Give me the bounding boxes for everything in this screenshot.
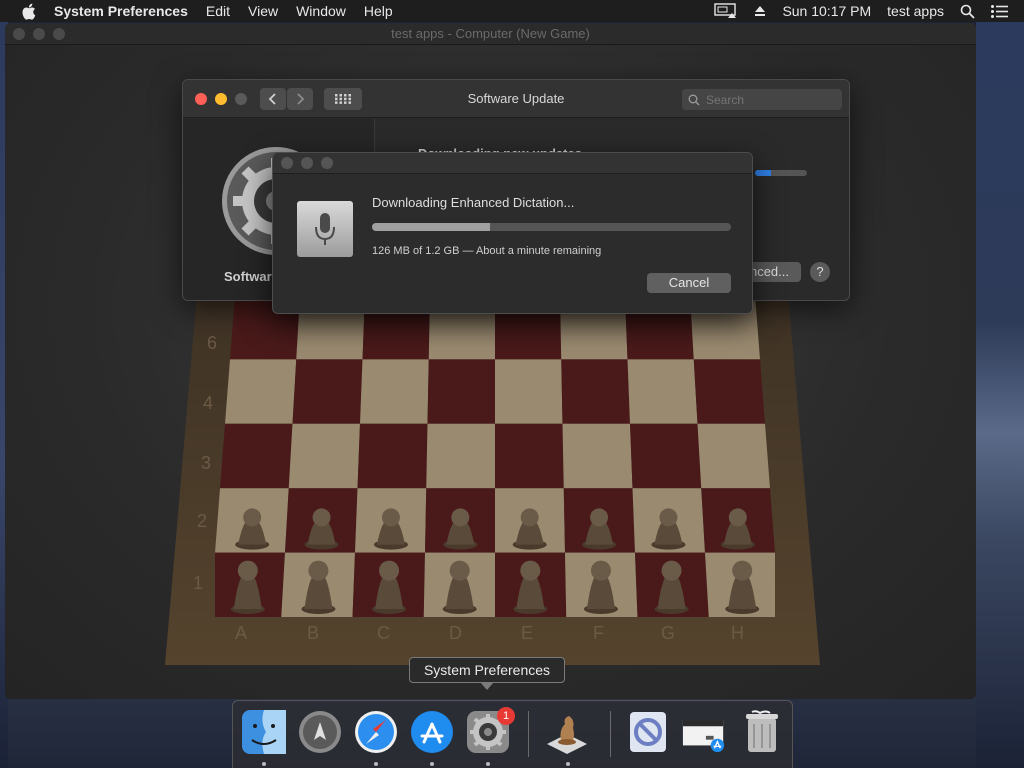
file-label: B	[307, 623, 320, 643]
board-square[interactable]	[292, 359, 363, 424]
file-label: E	[521, 623, 534, 643]
rank-label: 4	[203, 393, 214, 413]
file-label: F	[593, 623, 604, 643]
software-update-titlebar: Software Update	[183, 80, 849, 118]
dialog-zoom-button[interactable]	[321, 157, 333, 169]
launchpad-icon[interactable]	[297, 709, 343, 755]
airplay-display-icon[interactable]	[714, 3, 738, 19]
tooltip-arrow	[480, 682, 494, 690]
running-indicator	[262, 762, 266, 766]
running-indicator	[486, 762, 490, 766]
menu-view[interactable]: View	[248, 3, 278, 19]
notification-center-icon[interactable]	[991, 4, 1008, 18]
menu-window[interactable]: Window	[296, 3, 346, 19]
software-update-label: Software	[224, 269, 279, 284]
dock-tooltip: System Preferences	[409, 657, 565, 683]
file-label: H	[731, 623, 744, 643]
menu-edit[interactable]: Edit	[206, 3, 230, 19]
board-square[interactable]	[627, 359, 698, 424]
search-input[interactable]	[706, 92, 826, 107]
chess-board[interactable]: 6 4 3 2 1 A B C D E F G H	[193, 295, 775, 643]
chess-icon[interactable]	[544, 709, 590, 755]
chess-titlebar: test apps - Computer (New Game)	[5, 23, 976, 45]
dialog-titlebar	[273, 153, 752, 174]
board-square[interactable]	[427, 359, 496, 424]
menu-user[interactable]: test apps	[887, 3, 944, 19]
dialog-heading: Downloading Enhanced Dictation...	[372, 195, 575, 210]
menu-help[interactable]: Help	[364, 3, 393, 19]
file-label: C	[377, 623, 390, 643]
dock-separator	[610, 711, 611, 757]
board-square[interactable]	[495, 359, 563, 424]
running-indicator	[374, 762, 378, 766]
dialog-minimize-button[interactable]	[301, 157, 313, 169]
rank-label: 6	[207, 333, 218, 353]
help-button[interactable]: ?	[810, 262, 830, 282]
search-icon	[688, 94, 700, 105]
chess-window-title: test apps - Computer (New Game)	[391, 26, 590, 41]
dock-separator	[528, 711, 529, 757]
board-square[interactable]	[495, 423, 564, 489]
board-square[interactable]	[561, 359, 630, 424]
chess-board-squares[interactable]	[215, 295, 775, 617]
safari-icon[interactable]	[353, 709, 399, 755]
rank-label: 2	[197, 511, 208, 531]
board-square[interactable]	[360, 359, 429, 424]
dialog-close-button[interactable]	[281, 157, 293, 169]
board-square[interactable]	[697, 423, 771, 489]
notification-badge: 1	[497, 707, 515, 725]
rank-label: 1	[193, 573, 204, 593]
preview-icon[interactable]	[625, 709, 671, 755]
board-square[interactable]	[225, 359, 297, 424]
board-square[interactable]	[562, 423, 633, 489]
board-square[interactable]	[630, 423, 702, 489]
finder-icon[interactable]	[241, 709, 287, 755]
app-store-icon[interactable]	[409, 709, 455, 755]
board-square[interactable]	[357, 423, 428, 489]
spotlight-search-icon[interactable]	[960, 4, 975, 19]
dictation-download-dialog: Downloading Enhanced Dictation... 126 MB…	[272, 152, 753, 314]
download-progress-text: 126 MB of 1.2 GB — About a minute remain…	[372, 245, 602, 257]
file-label: G	[661, 623, 676, 643]
running-indicator	[566, 762, 570, 766]
rank-label: 3	[201, 453, 212, 473]
dock: 1	[232, 700, 793, 768]
menu-bar: System Preferences Edit View Window Help…	[0, 0, 1024, 22]
update-progress-bar	[755, 170, 807, 176]
menu-clock[interactable]: Sun 10:17 PM	[782, 3, 871, 19]
eject-icon[interactable]	[754, 5, 766, 17]
downloads-icon[interactable]	[681, 709, 727, 755]
search-field[interactable]	[682, 89, 842, 110]
running-indicator	[430, 762, 434, 766]
dictation-progress-bar	[372, 223, 731, 231]
microphone-icon	[297, 201, 353, 257]
board-square[interactable]	[220, 423, 293, 489]
file-label: A	[235, 623, 248, 643]
apple-menu-icon[interactable]	[18, 3, 38, 20]
board-square[interactable]	[426, 423, 495, 489]
trash-icon[interactable]	[739, 709, 785, 755]
board-square[interactable]	[693, 359, 765, 424]
board-square[interactable]	[288, 423, 360, 489]
file-label: D	[449, 623, 462, 643]
menu-app-name[interactable]: System Preferences	[54, 3, 188, 19]
cancel-button[interactable]: Cancel	[647, 273, 731, 293]
desktop-wallpaper-right	[976, 22, 1024, 768]
